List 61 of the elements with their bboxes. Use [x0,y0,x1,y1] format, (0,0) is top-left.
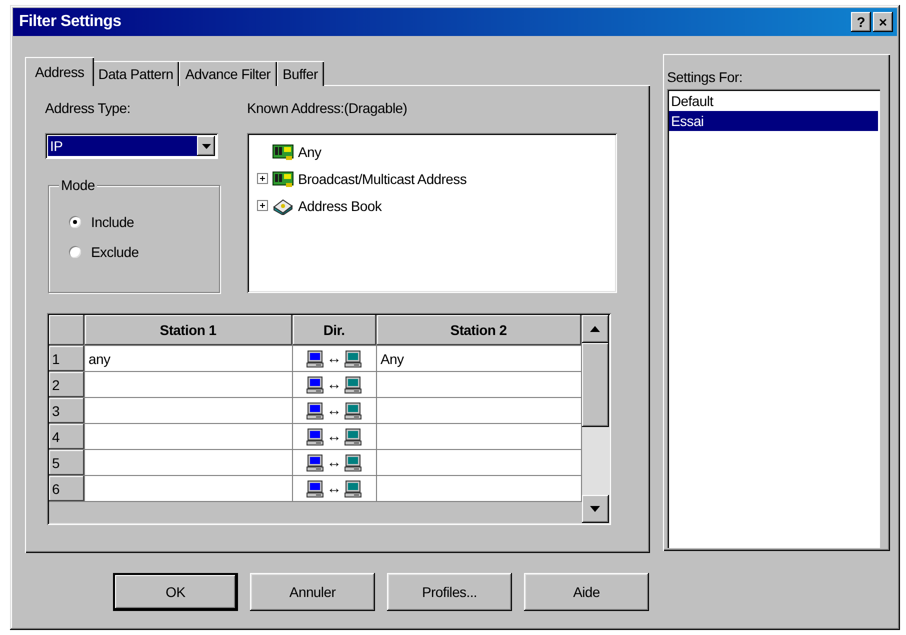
dialog-button[interactable]: Profiles... [387,573,512,611]
tree-item[interactable]: Any [298,144,322,160]
expand-icon[interactable] [257,200,268,211]
computer-icon [344,454,362,472]
field-label: Settings For: [667,69,744,87]
radio-option[interactable]: Exclude [69,244,219,260]
computer-icon [306,428,324,446]
computer-icon [344,376,362,394]
circuit-board-icon [272,142,294,160]
field-label: Known Address:(Dragable) [247,100,408,118]
direction-arrow: ↔ [326,454,342,471]
computer-icon [306,454,324,472]
computer-icon [306,480,324,498]
scroll-down-icon [590,506,600,512]
row-number: 3 [49,398,84,424]
row-number: 6 [49,476,84,502]
expand-icon[interactable] [257,173,268,184]
computer-icon [344,350,362,368]
direction-arrow: ↔ [326,402,342,419]
row-number: 1 [49,346,84,372]
ok-button[interactable]: OK [113,573,238,611]
computer-icon [306,350,324,368]
tab[interactable]: Buffer [276,61,324,86]
table-cell: Any [376,346,581,372]
close-button[interactable]: × [873,12,893,32]
help-button[interactable]: ? [851,12,871,32]
computer-icon [306,376,324,394]
column-header[interactable]: Station 1 [84,315,292,346]
address-type-dropdown[interactable]: IP [45,133,218,159]
tab[interactable]: Address [25,57,94,86]
group-label: Mode [59,177,97,193]
computer-icon [344,402,362,420]
computer-icon [344,480,362,498]
circuit-board-icon [272,170,294,188]
list-item[interactable]: Default [669,91,878,111]
direction-arrow: ↔ [326,350,342,367]
scrollbar[interactable] [582,315,609,523]
field-label: Address Type: [45,100,132,118]
row-number: 4 [49,424,84,450]
tree-item[interactable]: Broadcast/Multicast Address [298,170,467,186]
dialog-button[interactable]: Annuler [250,573,375,611]
list-item[interactable]: Essai [669,111,878,131]
radio-option[interactable]: Include [69,214,219,230]
scroll-up-icon [590,326,600,332]
tab[interactable]: Data Pattern [92,61,180,86]
row-number: 2 [49,372,84,398]
computer-icon [306,402,324,420]
direction-arrow: ↔ [326,376,342,393]
table-cell: any [84,346,292,372]
dropdown-arrow-icon [202,144,210,148]
column-header[interactable]: Dir. [292,315,376,346]
tab[interactable]: Advance Filter [179,61,277,86]
direction-arrow: ↔ [326,428,342,445]
direction-arrow: ↔ [326,480,342,497]
column-header[interactable]: Station 2 [376,315,581,346]
window-title: Filter Settings [19,13,122,31]
dialog-button[interactable]: Aide [524,573,649,611]
book-icon [272,196,294,214]
computer-icon [344,428,362,446]
tree-item[interactable]: Address Book [298,198,382,214]
row-number: 5 [49,450,84,476]
